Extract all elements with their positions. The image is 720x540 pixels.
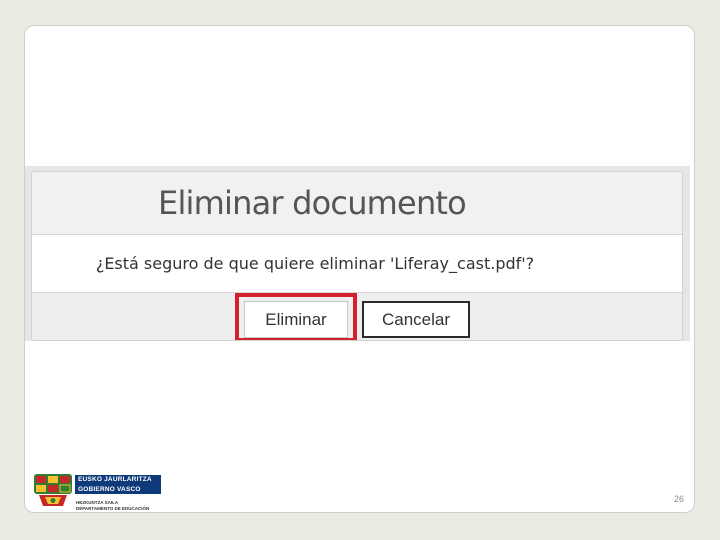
dialog-screenshot: Eliminar documento ¿Está seguro de que q… [25,166,690,341]
slide-page-number: 26 [673,494,684,504]
logo-text-block: EUSKO JAURLARITZA GOBIERNO VASCO HEZKUNT… [75,475,161,512]
logo-line-eusko: EUSKO JAURLARITZA [75,475,161,485]
dialog-footer: Eliminar Cancelar [32,293,682,340]
dialog-message: ¿Está seguro de que quiere eliminar 'Lif… [95,254,535,273]
dialog-header: Eliminar documento [32,172,682,235]
dialog-title: Eliminar documento [158,184,467,222]
cancel-button[interactable]: Cancelar [362,301,470,338]
logo-dept-spanish: DEPARTAMENTO DE EDUCACIÓN [76,506,150,511]
delete-button[interactable]: Eliminar [244,301,348,338]
dialog-body: ¿Está seguro de que quiere eliminar 'Lif… [32,235,682,293]
basque-government-coat-of-arms-icon [34,474,72,506]
basque-government-logo: EUSKO JAURLARITZA GOBIERNO VASCO HEZKUNT… [33,472,161,512]
slide: Eliminar documento ¿Está seguro de que q… [24,25,695,513]
delete-document-dialog: Eliminar documento ¿Está seguro de que q… [31,171,683,341]
logo-line-gobierno: GOBIERNO VASCO [75,484,161,494]
